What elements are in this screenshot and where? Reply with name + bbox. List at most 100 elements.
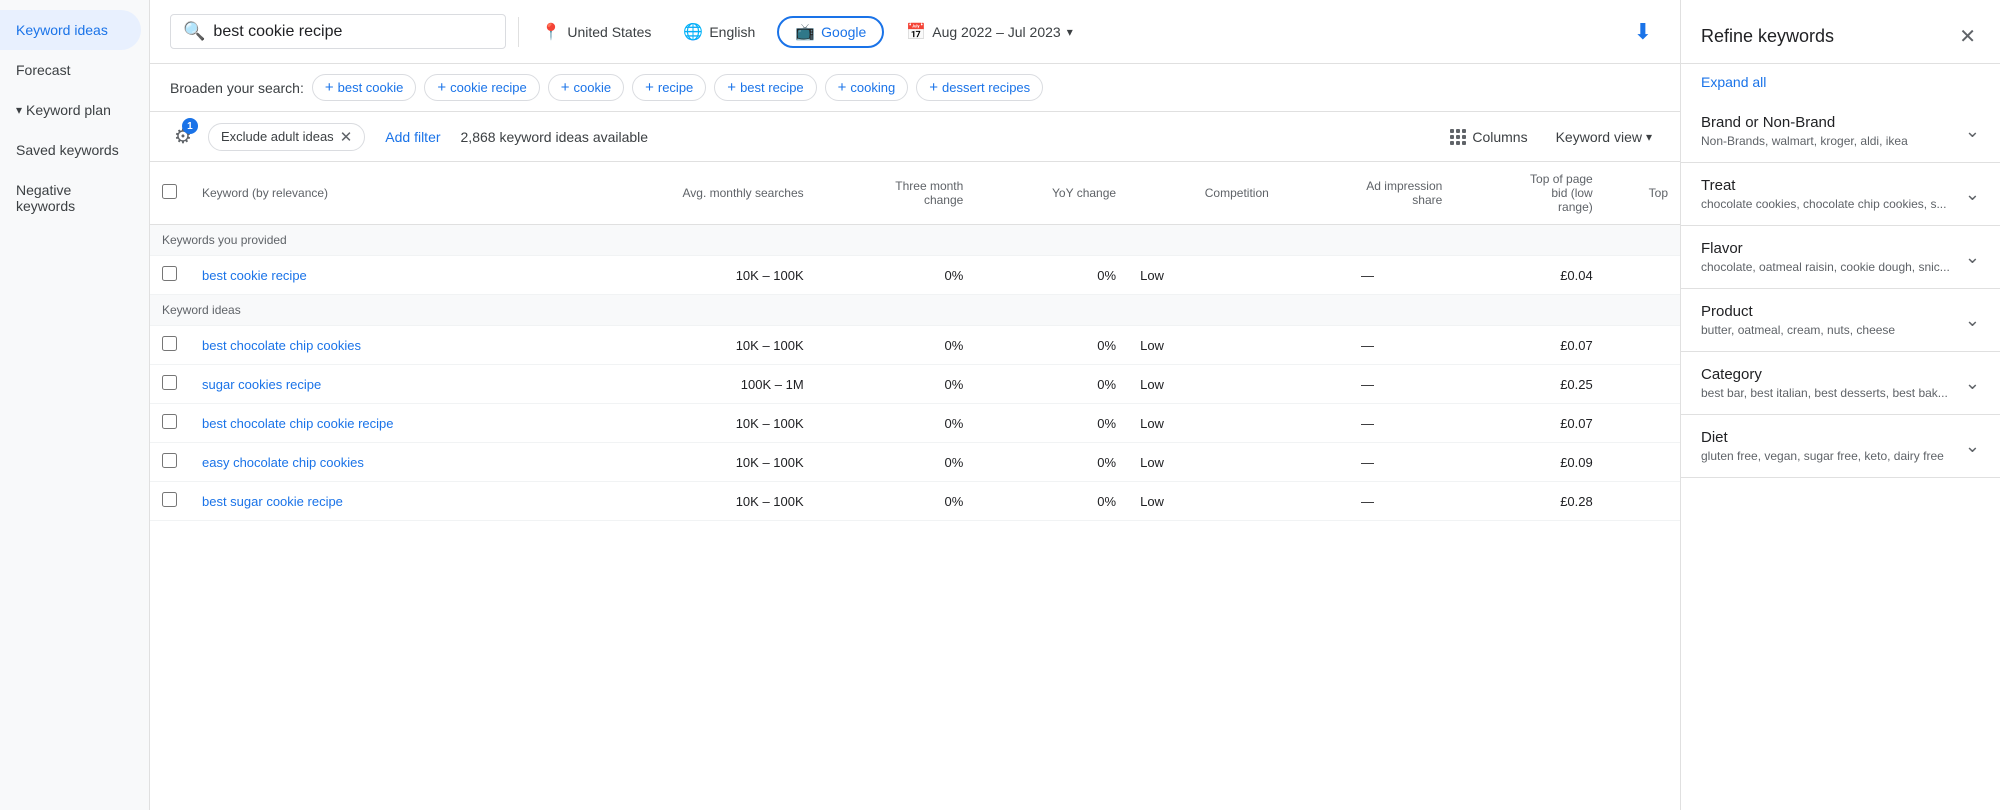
date-range-selector[interactable]: 📅 Aug 2022 – Jul 2023 ▾ — [896, 16, 1082, 48]
table-row: sugar cookies recipe 100K – 1M 0% 0% Low… — [150, 365, 1680, 404]
refine-panel-close-button[interactable]: ✕ — [1955, 20, 1980, 53]
broaden-chip[interactable]: +cooking — [825, 74, 909, 101]
plus-icon: + — [929, 79, 938, 96]
row-checkbox-cell[interactable] — [150, 404, 190, 443]
keyword-link[interactable]: best chocolate chip cookie recipe — [202, 416, 394, 431]
plus-icon: + — [838, 79, 847, 96]
col-header-top-bid-low: Top of pagebid (lowrange) — [1454, 162, 1604, 225]
download-button[interactable]: ⬇ — [1626, 11, 1660, 53]
competition-cell: Low — [1128, 404, 1281, 443]
broaden-bar: Broaden your search: +best cookie+cookie… — [150, 64, 1680, 112]
row-checkbox-cell[interactable] — [150, 365, 190, 404]
sidebar-item-keyword-plan[interactable]: Keyword plan — [0, 90, 141, 130]
filter-icon-button[interactable]: ⚙ 1 — [170, 120, 196, 153]
row-checkbox[interactable] — [162, 492, 177, 507]
sidebar-item-keyword-ideas[interactable]: Keyword ideas — [0, 10, 141, 50]
plus-icon: + — [727, 79, 736, 96]
col-header-competition: Competition — [1128, 162, 1281, 225]
row-checkbox[interactable] — [162, 375, 177, 390]
top-bid-high-cell — [1605, 404, 1680, 443]
sidebar-item-forecast[interactable]: Forecast — [0, 50, 141, 90]
competition-cell: Low — [1128, 256, 1281, 295]
ad-impression-cell: — — [1281, 404, 1455, 443]
broaden-chip[interactable]: +best cookie — [312, 74, 417, 101]
refine-section-brand-nonbrand[interactable]: Brand or Non-Brand Non-Brands, walmart, … — [1681, 100, 2000, 163]
refine-section-diet[interactable]: Diet gluten free, vegan, sugar free, ket… — [1681, 415, 2000, 478]
col-header-yoy: YoY change — [975, 162, 1128, 225]
ideas-count: 2,868 keyword ideas available — [461, 129, 649, 145]
topbar-divider — [518, 17, 519, 47]
refine-section-title: Treat — [1701, 177, 1946, 194]
three-month-cell: 0% — [816, 404, 976, 443]
refine-section-title: Brand or Non-Brand — [1701, 114, 1908, 131]
yoy-cell: 0% — [975, 404, 1128, 443]
refine-section-flavor[interactable]: Flavor chocolate, oatmeal raisin, cookie… — [1681, 226, 2000, 289]
three-month-cell: 0% — [816, 482, 976, 521]
chip-label: best cookie — [338, 80, 404, 95]
avg-monthly-cell: 10K – 100K — [564, 482, 816, 521]
keyword-link[interactable]: easy chocolate chip cookies — [202, 455, 364, 470]
row-checkbox-cell[interactable] — [150, 443, 190, 482]
sidebar-item-saved-keywords[interactable]: Saved keywords — [0, 130, 141, 170]
table-row: best cookie recipe 10K – 100K 0% 0% Low … — [150, 256, 1680, 295]
select-all-checkbox[interactable] — [162, 184, 177, 199]
broaden-chip[interactable]: +cookie recipe — [424, 74, 539, 101]
search-box[interactable]: 🔍 — [170, 14, 506, 49]
ad-impression-cell: — — [1281, 326, 1455, 365]
top-bid-low-cell: £0.25 — [1454, 365, 1604, 404]
refine-section-header: Category best bar, best italian, best de… — [1701, 366, 1980, 400]
keyword-view-button[interactable]: Keyword view ▾ — [1548, 125, 1660, 149]
row-checkbox-cell[interactable] — [150, 256, 190, 295]
keyword-link[interactable]: best sugar cookie recipe — [202, 494, 343, 509]
three-month-cell: 0% — [816, 443, 976, 482]
refine-section-product[interactable]: Product butter, oatmeal, cream, nuts, ch… — [1681, 289, 2000, 352]
refine-section-subtitle: chocolate cookies, chocolate chip cookie… — [1701, 197, 1946, 211]
location-selector[interactable]: 📍 United States — [531, 16, 661, 48]
refine-section-category[interactable]: Category best bar, best italian, best de… — [1681, 352, 2000, 415]
filter-badge: 1 — [182, 118, 198, 134]
table-row: best sugar cookie recipe 10K – 100K 0% 0… — [150, 482, 1680, 521]
language-selector[interactable]: 🌐 English — [673, 16, 765, 48]
refine-section-title: Diet — [1701, 429, 1944, 446]
row-checkbox[interactable] — [162, 453, 177, 468]
expand-all-button[interactable]: Expand all — [1681, 64, 2000, 100]
refine-section-header: Product butter, oatmeal, cream, nuts, ch… — [1701, 303, 1980, 337]
columns-button[interactable]: Columns — [1442, 125, 1535, 149]
refine-section-header: Diet gluten free, vegan, sugar free, ket… — [1701, 429, 1980, 463]
keywords-table: Keyword (by relevance) Avg. monthly sear… — [150, 162, 1680, 521]
sidebar-item-negative-keywords[interactable]: Negative keywords — [0, 170, 141, 226]
keyword-link[interactable]: best chocolate chip cookies — [202, 338, 361, 353]
competition-cell: Low — [1128, 326, 1281, 365]
row-checkbox[interactable] — [162, 414, 177, 429]
top-bid-high-cell — [1605, 256, 1680, 295]
three-month-cell: 0% — [816, 365, 976, 404]
broaden-chip[interactable]: +dessert recipes — [916, 74, 1043, 101]
exclude-chip[interactable]: Exclude adult ideas ✕ — [208, 123, 365, 151]
row-checkbox-cell[interactable] — [150, 326, 190, 365]
search-input[interactable] — [213, 23, 493, 41]
refine-section-subtitle: chocolate, oatmeal raisin, cookie dough,… — [1701, 260, 1950, 274]
add-filter-button[interactable]: Add filter — [377, 125, 448, 149]
top-bid-high-cell — [1605, 365, 1680, 404]
broaden-chip[interactable]: +best recipe — [714, 74, 816, 101]
plus-icon: + — [437, 79, 446, 96]
row-checkbox-cell[interactable] — [150, 482, 190, 521]
keyword-cell: best chocolate chip cookie recipe — [190, 404, 564, 443]
yoy-cell: 0% — [975, 256, 1128, 295]
select-all-header[interactable] — [150, 162, 190, 225]
broaden-chip[interactable]: +cookie — [548, 74, 624, 101]
plus-icon: + — [645, 79, 654, 96]
refine-section-subtitle: Non-Brands, walmart, kroger, aldi, ikea — [1701, 134, 1908, 148]
keyword-link[interactable]: sugar cookies recipe — [202, 377, 321, 392]
keyword-link[interactable]: best cookie recipe — [202, 268, 307, 283]
table-row: best chocolate chip cookies 10K – 100K 0… — [150, 326, 1680, 365]
row-checkbox[interactable] — [162, 336, 177, 351]
broaden-chip[interactable]: +recipe — [632, 74, 706, 101]
network-selector[interactable]: 📺 Google — [777, 16, 884, 48]
avg-monthly-cell: 10K – 100K — [564, 326, 816, 365]
refine-section-treat[interactable]: Treat chocolate cookies, chocolate chip … — [1681, 163, 2000, 226]
exclude-chip-remove[interactable]: ✕ — [340, 128, 353, 146]
keyword-cell: sugar cookies recipe — [190, 365, 564, 404]
competition-cell: Low — [1128, 482, 1281, 521]
row-checkbox[interactable] — [162, 266, 177, 281]
